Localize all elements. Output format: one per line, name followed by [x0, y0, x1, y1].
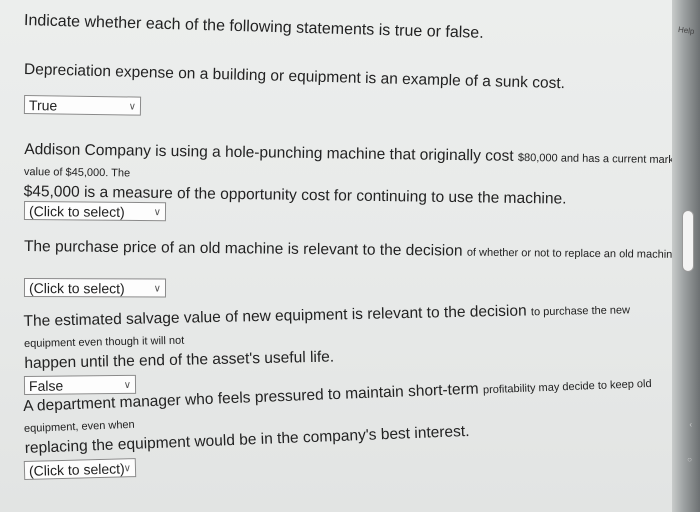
question-5-select[interactable]: (Click to select) ∨	[23, 458, 137, 480]
question-3-selected-value: (Click to select)	[28, 280, 125, 297]
question-4-text-line2: happen until the end of the asset's usef…	[24, 348, 335, 372]
question-2-text: Addison Company is using a hole-punching…	[24, 140, 685, 210]
question-3-select[interactable]: (Click to select) ∨	[23, 278, 167, 298]
question-2-select[interactable]: (Click to select) ∨	[23, 201, 167, 222]
arrow-icon: ‹	[689, 420, 692, 429]
question-5-selected-value: (Click to select)	[28, 460, 125, 479]
chevron-down-icon: ∨	[128, 101, 137, 113]
scrollbar-handle[interactable]	[682, 210, 694, 272]
question-3-text-small: of whether or not to replace an old mach…	[466, 246, 682, 261]
question-4-text: The estimated salvage value of new equip…	[23, 298, 684, 373]
question-1-selected-value: True	[28, 97, 58, 114]
question-1-text: Depreciation expense on a building or eq…	[23, 61, 566, 93]
chevron-down-icon: ∨	[123, 463, 132, 475]
question-2-text-line1: Addison Company is using a hole-punching…	[24, 141, 519, 165]
side-panel: Help ‹ ○	[672, 0, 700, 512]
question-4-selected-value: False	[28, 377, 64, 394]
question-3-text-large: The purchase price of an old machine is …	[23, 238, 467, 260]
screen: Indicate whether each of the following s…	[0, 0, 700, 512]
question-3-text: The purchase price of an old machine is …	[24, 237, 682, 265]
question-1-select[interactable]: True ∨	[23, 95, 142, 116]
settings-icon: ○	[687, 455, 692, 464]
help-link[interactable]: Help	[677, 25, 695, 36]
question-4-select[interactable]: False ∨	[23, 374, 137, 395]
question-2-selected-value: (Click to select)	[28, 203, 125, 220]
question-4-text-line1: The estimated salvage value of new equip…	[23, 302, 532, 331]
chevron-down-icon: ∨	[153, 283, 162, 295]
chevron-down-icon: ∨	[153, 207, 162, 219]
instruction-text: Indicate whether each of the following s…	[23, 12, 484, 42]
